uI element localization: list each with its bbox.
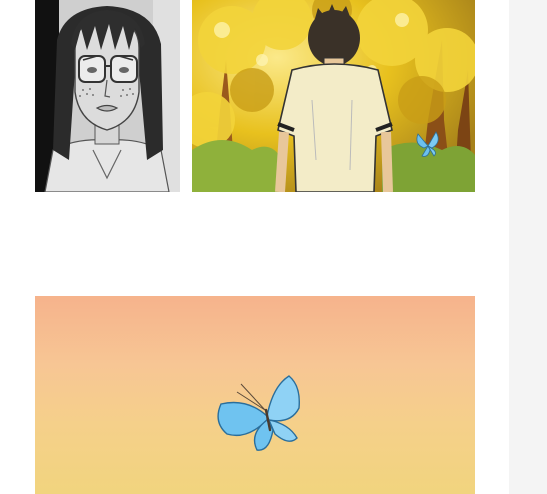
girl-illustration	[35, 0, 180, 192]
boy-walking-away-panel	[192, 0, 475, 192]
right-scroll-gutter	[509, 0, 547, 494]
butterfly-sky-panel	[35, 296, 475, 494]
autumn-scene-illustration	[192, 0, 475, 192]
comic-viewer	[0, 0, 547, 494]
butterfly-sky-illustration	[217, 375, 300, 451]
blue-butterfly-icon	[217, 375, 300, 451]
girl-with-glasses-panel	[35, 0, 180, 192]
